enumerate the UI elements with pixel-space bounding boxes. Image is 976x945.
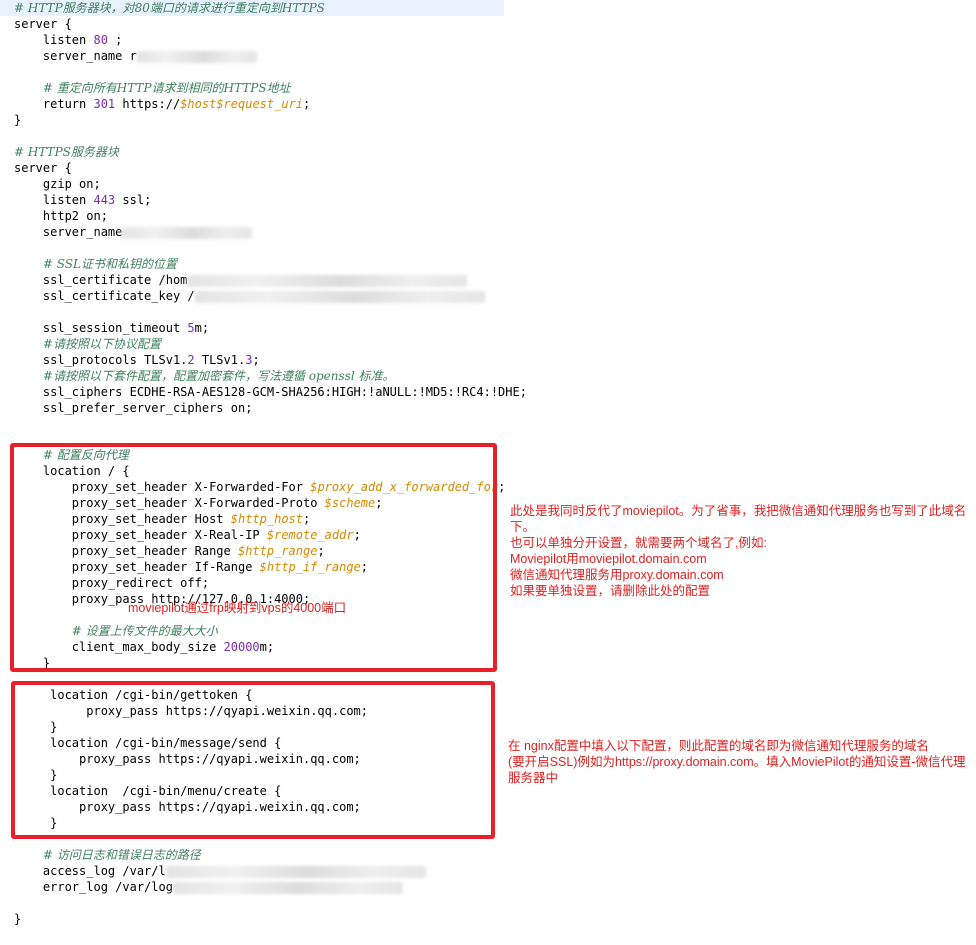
code-text: ; [498, 480, 506, 494]
code-line: listen 443 ssl; [14, 192, 151, 208]
code-text: server { [14, 17, 72, 31]
code-line: } [14, 112, 21, 128]
code-text: return [14, 97, 94, 111]
code-number: 2 [187, 353, 195, 367]
code-text: listen [14, 33, 94, 47]
code-text: ssl_prefer_server_ciphers on; [14, 401, 253, 415]
code-line: ssl_certificate /hom [14, 272, 468, 288]
code-text: http2 on; [14, 209, 108, 223]
code-comment: # SSL证书和私钥的位置 [42, 257, 177, 271]
code-line: return 301 https://$host$request_uri; [14, 96, 310, 112]
redacted-text [136, 50, 257, 63]
code-line: ssl_protocols TLSv1.2 TLSv1.3; [14, 352, 260, 368]
code-text: listen [14, 193, 94, 207]
code-line: # 访问日志和错误日志的路径 [14, 847, 201, 863]
proxy-annotation-line: 如果要单独设置，请删除此处的配置 [510, 584, 711, 598]
redacted-text [187, 274, 468, 287]
code-line: # 重定向所有HTTP请求到相同的HTTPS地址 [14, 80, 291, 96]
code-number: 5 [187, 321, 195, 335]
redacted-text [172, 881, 403, 894]
code-comment: # HTTPS服务器块 [14, 145, 119, 159]
code-text: ssl_certificate_key / [14, 289, 195, 303]
wechat-annotation-line: 在 nginx配置中填入以下配置，则此配置的域名即为微信通知代理服务的域名 [508, 739, 929, 753]
code-comment: # HTTP服务器块，对80端口的请求进行重定向到HTTPS [14, 1, 325, 15]
code-text: ssl_protocols TLSv1. [14, 353, 188, 367]
code-text: server_name r [14, 49, 137, 63]
code-line: http2 on; [14, 208, 108, 224]
code-text: } [14, 912, 22, 926]
code-line: #请按照以下协议配置 [14, 336, 161, 352]
code-line: ssl_session_timeout 5m; [14, 320, 209, 336]
code-text: ; [252, 353, 260, 367]
code-line: server_name [14, 224, 253, 240]
code-text: } [14, 113, 22, 127]
proxy-annotation-line: 下。 [510, 520, 536, 534]
redacted-text [122, 226, 253, 239]
code-text: error_log /var/log [14, 880, 173, 894]
code-text: ssl; [115, 193, 152, 207]
code-line: access_log /var/l [14, 863, 426, 879]
code-line: } [14, 911, 21, 927]
code-text: TLSv1. [194, 353, 246, 367]
proxy-annotation-line: Moviepilot用moviepilot.domain.com [510, 552, 707, 566]
code-text: access_log /var/l [14, 864, 166, 878]
code-text: server { [14, 161, 72, 175]
code-text: gzip on; [14, 177, 101, 191]
code-number: 301 [93, 97, 116, 111]
code-line: gzip on; [14, 176, 101, 192]
code-line: ssl_prefer_server_ciphers on; [14, 400, 253, 416]
wechat-annotation-line: (要开启SSL)例如为https://proxy.domain.com。填入Mo… [508, 755, 966, 769]
code-text: server_name [14, 225, 123, 239]
code-line: # HTTPS服务器块 [14, 144, 119, 160]
code-text: m; [194, 321, 210, 335]
code-number: 80 [93, 33, 108, 47]
code-line: server { [14, 16, 72, 32]
code-line: # HTTP服务器块，对80端口的请求进行重定向到HTTPS [0, 0, 504, 16]
code-line: #请按照以下套件配置，配置加密套件，写法遵循 openssl 标准。 [14, 368, 395, 384]
code-text: ; [303, 97, 311, 111]
code-text: ; [107, 33, 123, 47]
highlight-box-proxy [10, 443, 497, 672]
highlight-box-wechat [11, 681, 495, 839]
code-variable: $host$request_uri [180, 97, 304, 111]
redacted-text [194, 290, 485, 303]
code-comment: # 重定向所有HTTP请求到相同的HTTPS地址 [42, 81, 291, 95]
code-text: ssl_ciphers ECDHE-RSA-AES128-GCM-SHA256:… [14, 385, 527, 399]
code-comment: # 访问日志和错误日志的路径 [42, 848, 201, 862]
code-line: ssl_ciphers ECDHE-RSA-AES128-GCM-SHA256:… [14, 384, 527, 400]
code-text: ssl_certificate /hom [14, 273, 188, 287]
inline-annotation: moviepilot通过frp映射到vps的4000端口 [128, 600, 346, 616]
code-comment: #请按照以下套件配置，配置加密套件，写法遵循 openssl 标准。 [42, 369, 395, 383]
code-line: error_log /var/log [14, 879, 403, 895]
wechat-annotation: 在 nginx配置中填入以下配置，则此配置的域名即为微信通知代理服务的域名 (要… [508, 738, 974, 786]
proxy-annotation-line: 也可以单独分开设置，就需要两个域名了,例如: [510, 536, 767, 550]
proxy-annotation-line: 微信通知代理服务用proxy.domain.com [510, 568, 724, 582]
proxy-annotation-line: 此处是我同时反代了moviepilot。为了省事，我把微信通知代理服务也写到了此… [510, 504, 967, 518]
code-line: listen 80 ; [14, 32, 123, 48]
proxy-annotation: 此处是我同时反代了moviepilot。为了省事，我把微信通知代理服务也写到了此… [510, 503, 972, 599]
code-line: server_name r [14, 48, 257, 64]
inline-annotation-text: moviepilot通过frp映射到vps的4000端口 [128, 601, 347, 615]
redacted-text [165, 865, 426, 878]
code-comment: #请按照以下协议配置 [42, 337, 161, 351]
code-line: ssl_certificate_key / [14, 288, 485, 304]
code-line: server { [14, 160, 72, 176]
code-number: 443 [93, 193, 116, 207]
wechat-annotation-line: 服务器中 [508, 771, 559, 785]
code-text: https:// [115, 97, 181, 111]
code-text: ssl_session_timeout [14, 321, 188, 335]
code-line: # SSL证书和私钥的位置 [14, 256, 177, 272]
